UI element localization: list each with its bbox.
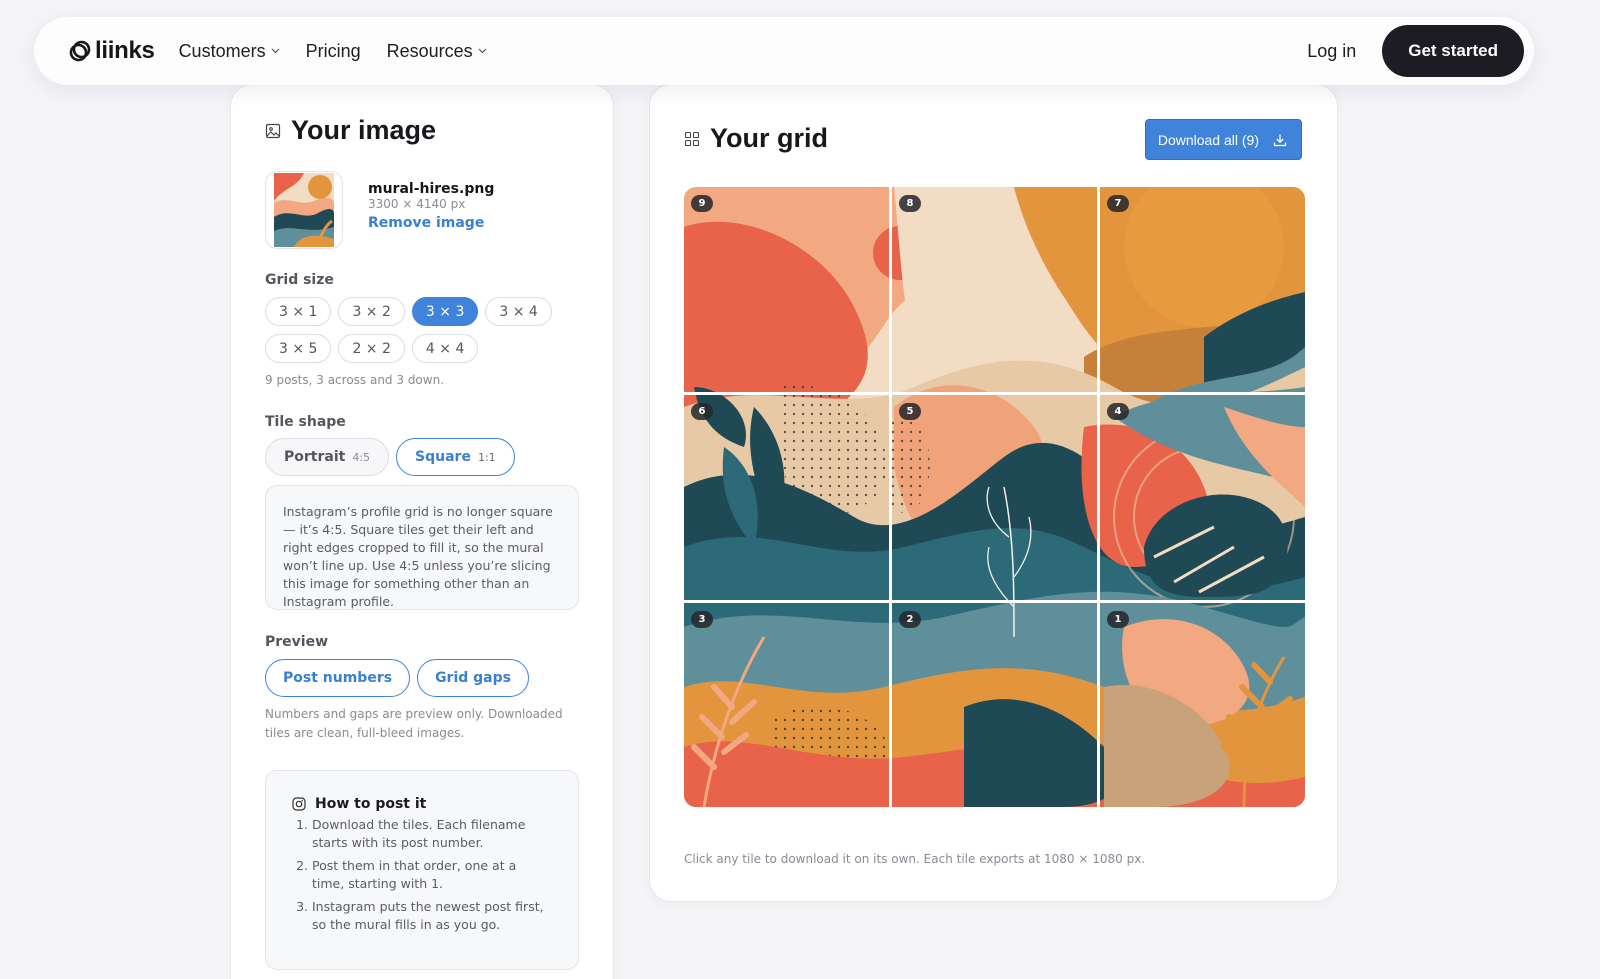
grid-panel-title: Your grid xyxy=(710,123,828,153)
grid-tile[interactable]: 2 xyxy=(892,603,1097,807)
login-link[interactable]: Log in xyxy=(1307,41,1356,62)
instagram-icon xyxy=(292,797,306,811)
post-number-badge: 9 xyxy=(691,195,713,212)
shape-portrait-ratio: 4:5 xyxy=(352,450,371,464)
post-number-badge: 4 xyxy=(1107,403,1129,420)
nav-customers[interactable]: Customers xyxy=(179,41,280,62)
logo-icon xyxy=(69,40,91,62)
get-started-button[interactable]: Get started xyxy=(1382,25,1524,77)
image-panel-title: Your image xyxy=(291,115,437,145)
image-panel: Your image mural-hires.png 3300 × 4140 p… xyxy=(230,84,614,979)
grid-size-3x3[interactable]: 3 × 3 xyxy=(411,297,479,326)
grid-caption: Click any tile to download it on its own… xyxy=(684,852,1146,866)
image-thumbnail xyxy=(265,171,343,249)
post-number-badge: 8 xyxy=(899,195,921,212)
post-number-badge: 6 xyxy=(691,403,713,420)
aspect-warning-note: Instagram’s profile grid is no longer sq… xyxy=(265,485,579,610)
how-to-steps: Download the tiles. Each filename starts… xyxy=(292,816,552,934)
how-to-step: Download the tiles. Each filename starts… xyxy=(312,816,552,852)
post-number-badge: 2 xyxy=(899,611,921,628)
top-nav: liinks Customers Pricing Resources Log i… xyxy=(34,17,1534,85)
nav-pricing[interactable]: Pricing xyxy=(306,41,361,62)
nav-pricing-label: Pricing xyxy=(305,40,361,61)
how-to-title: How to post it xyxy=(315,796,427,812)
file-name: mural-hires.png xyxy=(368,181,495,197)
how-to-step: Post them in that order, one at a time, … xyxy=(312,857,552,893)
grid-icon xyxy=(684,131,700,146)
grid-tile[interactable]: 6 xyxy=(684,395,889,600)
how-to-post-box: How to post it Download the tiles. Each … xyxy=(265,770,579,970)
post-number-badge: 1 xyxy=(1107,611,1129,628)
nav-customers-label: Customers xyxy=(178,40,266,61)
preview-label: Preview xyxy=(265,634,329,650)
grid-tile[interactable]: 1 xyxy=(1100,603,1305,807)
grid-size-3x2[interactable]: 3 × 2 xyxy=(338,297,405,326)
download-all-button[interactable]: Download all (9) xyxy=(1144,119,1302,160)
image-icon xyxy=(265,123,281,138)
grid-tile[interactable]: 5 xyxy=(892,395,1097,600)
download-all-label: Download all (9) xyxy=(1157,131,1259,148)
grid-tile[interactable]: 3 xyxy=(684,603,889,807)
shape-square-name: Square xyxy=(415,449,471,465)
grid-tile[interactable]: 9 xyxy=(684,187,889,392)
grid-size-3x4[interactable]: 3 × 4 xyxy=(485,297,552,326)
grid-size-label: Grid size xyxy=(265,272,334,288)
grid-tile[interactable]: 7 xyxy=(1100,187,1305,392)
grid-size-options: 3 × 1 3 × 2 3 × 3 3 × 4 3 × 5 2 × 2 4 × … xyxy=(265,297,585,363)
post-number-badge: 7 xyxy=(1107,195,1129,212)
grid-size-helper: 9 posts, 3 across and 3 down. xyxy=(265,373,445,387)
post-number-badge: 5 xyxy=(899,403,921,420)
how-to-step: Instagram puts the newest post first, so… xyxy=(312,898,552,934)
grid-gaps-toggle[interactable]: Grid gaps xyxy=(417,659,529,697)
nav-resources[interactable]: Resources xyxy=(387,41,487,62)
grid-size-3x1[interactable]: 3 × 1 xyxy=(265,297,332,326)
nav-resources-label: Resources xyxy=(386,40,473,61)
grid-preview: 9 8 7 6 5 4 3 2 1 xyxy=(684,187,1305,807)
grid-tile[interactable]: 4 xyxy=(1100,395,1305,600)
grid-size-2x2[interactable]: 2 × 2 xyxy=(338,334,405,363)
brand-logo[interactable]: liinks xyxy=(68,37,155,65)
tile-shape-label: Tile shape xyxy=(265,414,346,430)
shape-portrait-name: Portrait xyxy=(284,449,346,465)
download-icon xyxy=(1273,134,1287,146)
shape-square-ratio: 1:1 xyxy=(477,450,496,464)
grid-panel: Your grid Download all (9) 9 8 7 6 5 4 3… xyxy=(649,84,1338,902)
brand-name: liinks xyxy=(95,37,155,64)
grid-size-4x4[interactable]: 4 × 4 xyxy=(411,334,479,363)
remove-image-link[interactable]: Remove image xyxy=(368,215,494,231)
shape-square-button[interactable]: Square 1:1 xyxy=(396,438,515,476)
grid-tile[interactable]: 8 xyxy=(892,187,1097,392)
shape-portrait-button[interactable]: Portrait 4:5 xyxy=(265,438,390,476)
chevron-down-icon xyxy=(271,48,280,54)
post-numbers-toggle[interactable]: Post numbers xyxy=(265,659,411,697)
post-number-badge: 3 xyxy=(691,611,713,628)
file-dimensions: 3300 × 4140 px xyxy=(368,197,466,211)
chevron-down-icon xyxy=(478,48,487,54)
grid-size-3x5[interactable]: 3 × 5 xyxy=(265,334,332,363)
preview-helper: Numbers and gaps are preview only. Downl… xyxy=(265,707,563,740)
